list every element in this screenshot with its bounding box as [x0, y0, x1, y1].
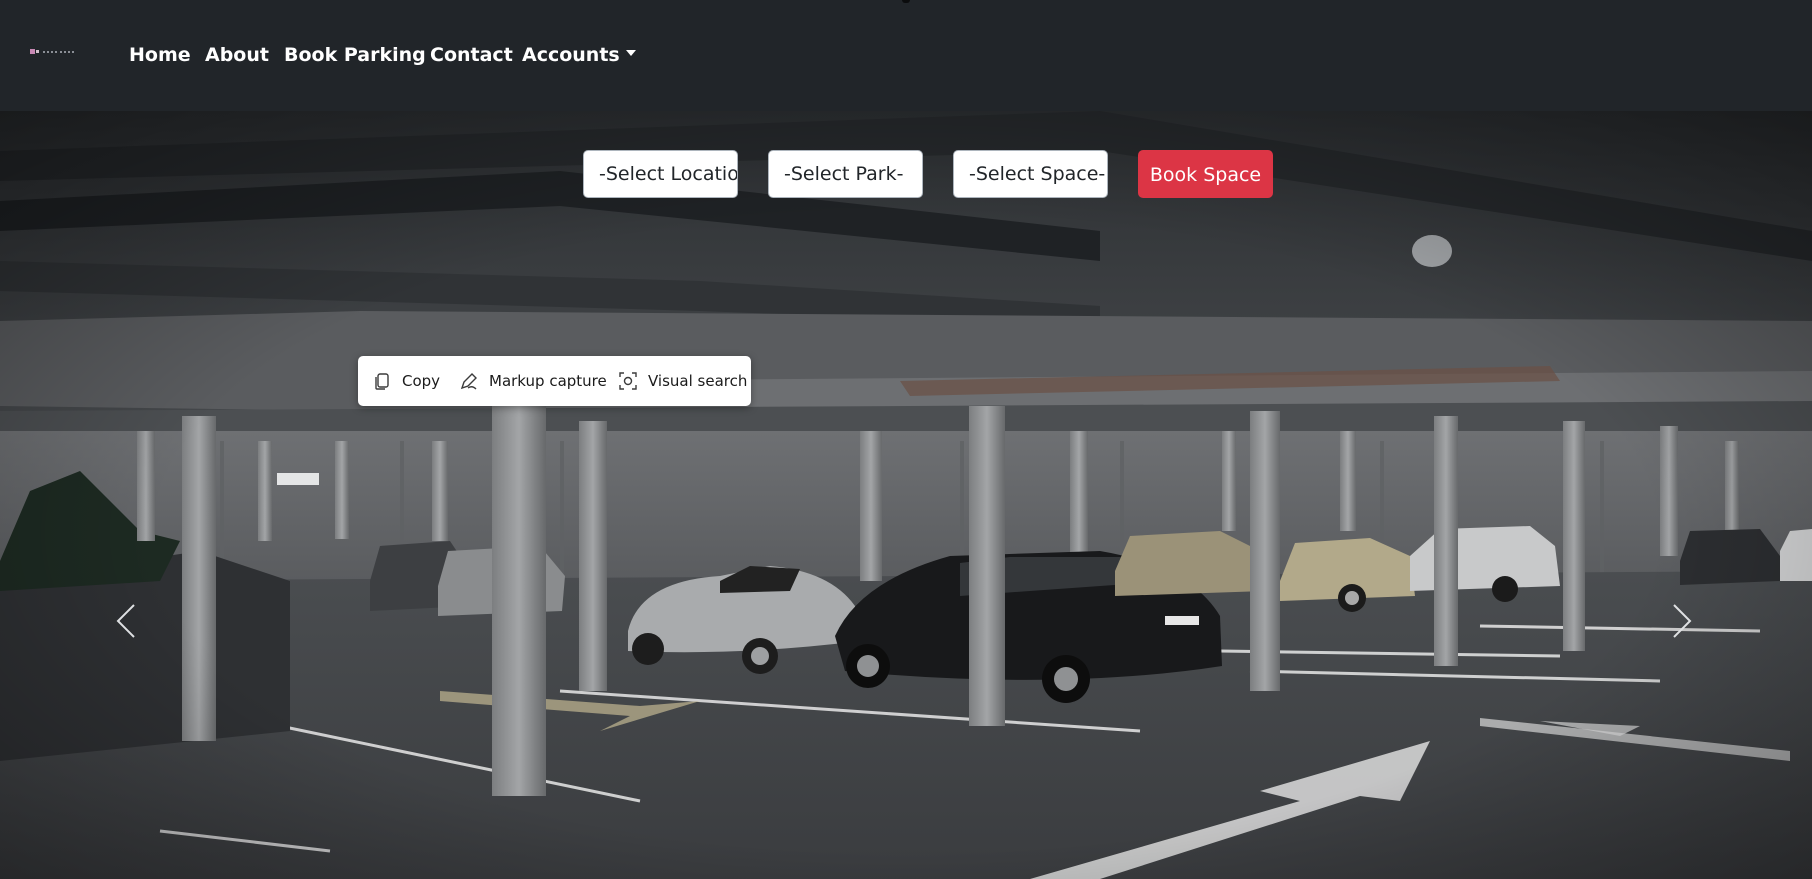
- carousel-next-button[interactable]: [1660, 591, 1700, 651]
- hero-carousel: [0, 111, 1812, 879]
- top-navbar: Home About Book Parking Contact Accounts: [0, 0, 1812, 111]
- markup-capture-button[interactable]: Markup capture: [459, 356, 607, 406]
- markup-capture-label: Markup capture: [489, 372, 607, 390]
- visual-search-button[interactable]: Visual search: [618, 356, 747, 406]
- chevron-right-icon: [1673, 604, 1692, 638]
- brand-logo[interactable]: [30, 48, 76, 56]
- capture-context-toolbar: Copy Markup capture Visual search: [358, 356, 751, 406]
- space-select[interactable]: -Select Space-: [953, 150, 1108, 198]
- copy-icon: [375, 373, 389, 390]
- camera-notch: [902, 0, 910, 3]
- nav-about[interactable]: About: [205, 42, 269, 68]
- parking-garage-photo: [0, 111, 1812, 879]
- nav-book-parking[interactable]: Book Parking: [284, 42, 426, 68]
- nav-contact[interactable]: Contact: [430, 42, 513, 68]
- copy-button[interactable]: Copy: [372, 356, 440, 406]
- park-select[interactable]: -Select Park-: [768, 150, 923, 198]
- location-select[interactable]: -Select Location-: [583, 150, 738, 198]
- book-space-button[interactable]: Book Space: [1138, 150, 1273, 198]
- nav-accounts-dropdown[interactable]: Accounts: [522, 42, 636, 68]
- pen-icon: [460, 373, 477, 390]
- nav-accounts-label: Accounts: [522, 44, 620, 66]
- chevron-left-icon: [116, 604, 135, 638]
- visual-search-icon: [619, 372, 637, 390]
- caret-down-icon: [625, 49, 636, 56]
- nav-home[interactable]: Home: [129, 42, 191, 68]
- carousel-prev-button[interactable]: [108, 591, 148, 651]
- copy-label: Copy: [402, 372, 441, 390]
- visual-search-label: Visual search: [648, 372, 748, 390]
